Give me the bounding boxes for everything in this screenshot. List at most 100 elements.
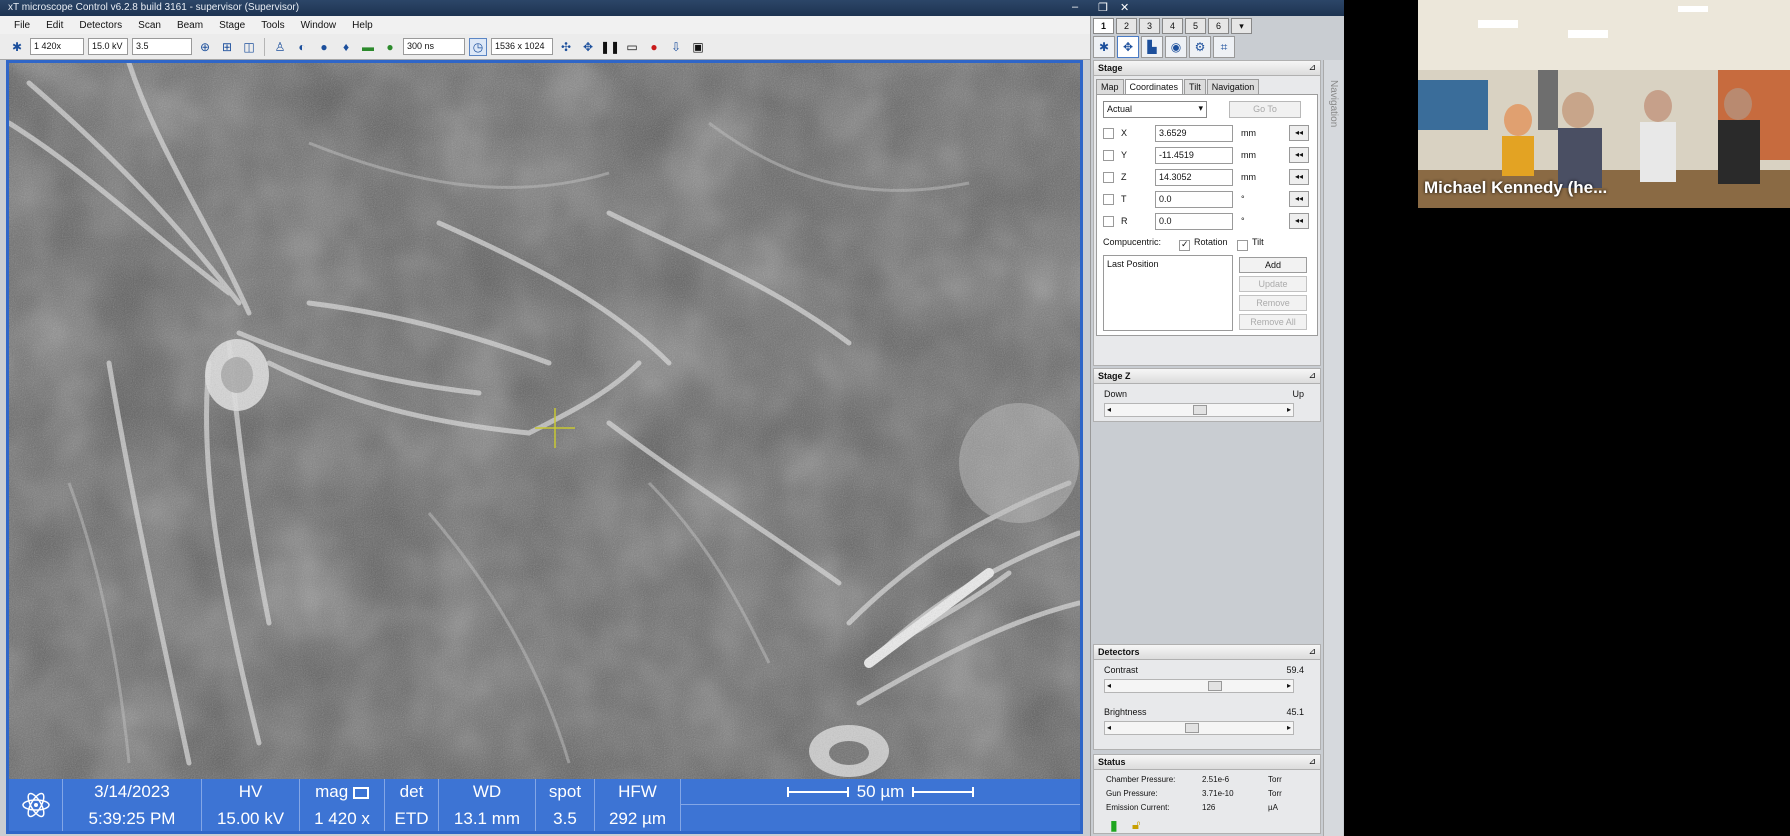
close-icon[interactable]: ✕ xyxy=(1120,1,1129,14)
pin-icon[interactable]: ⊿ xyxy=(1308,370,1316,381)
x-input[interactable]: 3.6529 xyxy=(1155,125,1233,142)
beam-icon[interactable]: ♦ xyxy=(337,38,355,56)
update-button[interactable]: Update xyxy=(1239,276,1307,292)
rotation-checkbox[interactable] xyxy=(1179,239,1190,251)
coordinate-mode-select[interactable]: Actual xyxy=(1103,101,1207,118)
page-menu-icon[interactable]: ▾ xyxy=(1231,18,1252,34)
t-goto-icon[interactable]: ◂◂ xyxy=(1289,191,1309,207)
contrast-slider[interactable]: ◂ ▸ xyxy=(1104,679,1294,693)
brightness-slider[interactable]: ◂ ▸ xyxy=(1104,721,1294,735)
pin-icon[interactable]: ⊿ xyxy=(1308,756,1316,767)
page-tab-2[interactable]: 2 xyxy=(1116,18,1137,34)
stage-z-header: Stage Z ⊿ xyxy=(1094,369,1320,384)
position-list[interactable]: Last Position xyxy=(1103,255,1233,331)
status-header: Status ⊿ xyxy=(1094,755,1320,770)
menu-detectors[interactable]: Detectors xyxy=(79,20,122,31)
scan-speed-icon[interactable]: ◷ xyxy=(469,37,487,56)
restore-icon[interactable]: ❐ xyxy=(1098,1,1108,14)
detector-settings-icon[interactable]: ▙ xyxy=(1141,36,1163,58)
z-goto-icon[interactable]: ◂◂ xyxy=(1289,169,1309,185)
window-title: xT microscope Control v6.2.8 build 3161 … xyxy=(8,2,300,13)
y-goto-icon[interactable]: ◂◂ xyxy=(1289,147,1309,163)
list-item[interactable]: Last Position xyxy=(1107,259,1159,269)
navigation-sidebar[interactable]: Navigation xyxy=(1323,60,1343,836)
minimize-icon[interactable]: – xyxy=(1072,1,1078,13)
hv-value: 15.00 kV xyxy=(216,809,285,828)
stage-z-slider[interactable]: ◂ ▸ xyxy=(1104,403,1294,417)
crosshair-icon[interactable]: ⊕ xyxy=(196,38,214,56)
page-tab-3[interactable]: 3 xyxy=(1139,18,1160,34)
detector-icon[interactable]: ● xyxy=(315,38,333,56)
r-checkbox[interactable] xyxy=(1103,216,1114,227)
add-button[interactable]: Add xyxy=(1239,257,1307,273)
user-icon[interactable]: ♙ xyxy=(271,38,289,56)
slider-thumb[interactable] xyxy=(1207,681,1222,691)
hv-input[interactable]: 15.0 kV xyxy=(88,38,128,55)
page-tab-5[interactable]: 5 xyxy=(1185,18,1206,34)
spot-input[interactable]: 3.5 xyxy=(132,38,192,55)
display-icon[interactable]: ▣ xyxy=(689,38,707,56)
tab-tilt[interactable]: Tilt xyxy=(1184,79,1206,94)
menu-help[interactable]: Help xyxy=(352,20,373,31)
record-icon[interactable]: ● xyxy=(645,38,663,56)
beam-settings-icon[interactable]: ✱ xyxy=(1093,36,1115,58)
pin-icon[interactable]: ⊿ xyxy=(1308,646,1316,657)
menu-beam[interactable]: Beam xyxy=(177,20,203,31)
snapshot-icon[interactable]: ✣ xyxy=(557,38,575,56)
remove-all-button[interactable]: Remove All xyxy=(1239,314,1307,330)
z-checkbox[interactable] xyxy=(1103,172,1114,183)
scale-bar-right xyxy=(912,786,975,797)
contrast-icon[interactable]: ◐ xyxy=(293,38,311,56)
page-tab-6[interactable]: 6 xyxy=(1208,18,1229,34)
r-input[interactable]: 0.0 xyxy=(1155,213,1233,230)
menu-file[interactable]: File xyxy=(14,20,30,31)
y-input[interactable]: -11.4519 xyxy=(1155,147,1233,164)
z-input[interactable]: 14.3052 xyxy=(1155,169,1233,186)
dwell-time-select[interactable]: 300 ns xyxy=(403,38,465,55)
video-call-thumbnail[interactable] xyxy=(1418,0,1790,208)
menu-stage[interactable]: Stage xyxy=(219,20,245,31)
resolution-select[interactable]: 1536 x 1024 xyxy=(491,38,553,55)
magnification-input[interactable]: 1 420x xyxy=(30,38,84,55)
save-image-icon[interactable]: ⇩ xyxy=(667,38,685,56)
remove-button[interactable]: Remove xyxy=(1239,295,1307,311)
tab-coordinates[interactable]: Coordinates xyxy=(1124,79,1184,94)
x-checkbox[interactable] xyxy=(1103,128,1114,139)
scan-line-icon[interactable]: ▭ xyxy=(623,38,641,56)
pause-icon[interactable]: ❚❚ xyxy=(600,38,620,56)
page-tab-4[interactable]: 4 xyxy=(1162,18,1183,34)
t-checkbox[interactable] xyxy=(1103,194,1114,205)
camera-icon[interactable]: ◉ xyxy=(1165,36,1187,58)
go-to-button[interactable]: Go To xyxy=(1229,101,1301,118)
menu-tools[interactable]: Tools xyxy=(261,20,284,31)
pin-icon[interactable]: ⊿ xyxy=(1308,62,1316,73)
brightness-label: Brightness xyxy=(1104,707,1147,717)
globe-icon[interactable]: ● xyxy=(381,38,399,56)
center-icon[interactable]: ⊞ xyxy=(218,38,236,56)
brightness-value: 45.1 xyxy=(1286,707,1304,717)
quad-image-view[interactable]: 3/14/2023 5:39:25 PM HV 15.00 kV mag 1 4… xyxy=(6,60,1083,834)
auto-focus-icon[interactable]: ◫ xyxy=(240,38,258,56)
tab-navigation[interactable]: Navigation xyxy=(1206,79,1260,94)
navigation-icon[interactable]: ✥ xyxy=(1117,36,1139,58)
databar-time: 5:39:25 PM xyxy=(88,809,176,828)
x-goto-icon[interactable]: ◂◂ xyxy=(1289,125,1309,141)
processing-icon[interactable]: ⚙ xyxy=(1189,36,1211,58)
slider-thumb[interactable] xyxy=(1185,723,1200,733)
sem-micrograph[interactable] xyxy=(9,63,1080,779)
page-tab-1[interactable]: 1 xyxy=(1093,18,1114,34)
menu-scan[interactable]: Scan xyxy=(138,20,161,31)
t-input[interactable]: 0.0 xyxy=(1155,191,1233,208)
slider-thumb[interactable] xyxy=(1193,405,1207,415)
video-icon[interactable]: ▬ xyxy=(359,38,377,56)
wd-value: 13.1 mm xyxy=(453,809,521,828)
menu-window[interactable]: Window xyxy=(301,20,337,31)
tab-map[interactable]: Map xyxy=(1096,79,1124,94)
beam-on-icon[interactable]: ✱ xyxy=(8,38,26,56)
y-checkbox[interactable] xyxy=(1103,150,1114,161)
alignment-icon[interactable]: ⌗ xyxy=(1213,36,1235,58)
tilt-checkbox[interactable] xyxy=(1237,240,1248,251)
r-goto-icon[interactable]: ◂◂ xyxy=(1289,213,1309,229)
menu-edit[interactable]: Edit xyxy=(46,20,63,31)
photo-icon[interactable]: ✥ xyxy=(579,38,597,56)
